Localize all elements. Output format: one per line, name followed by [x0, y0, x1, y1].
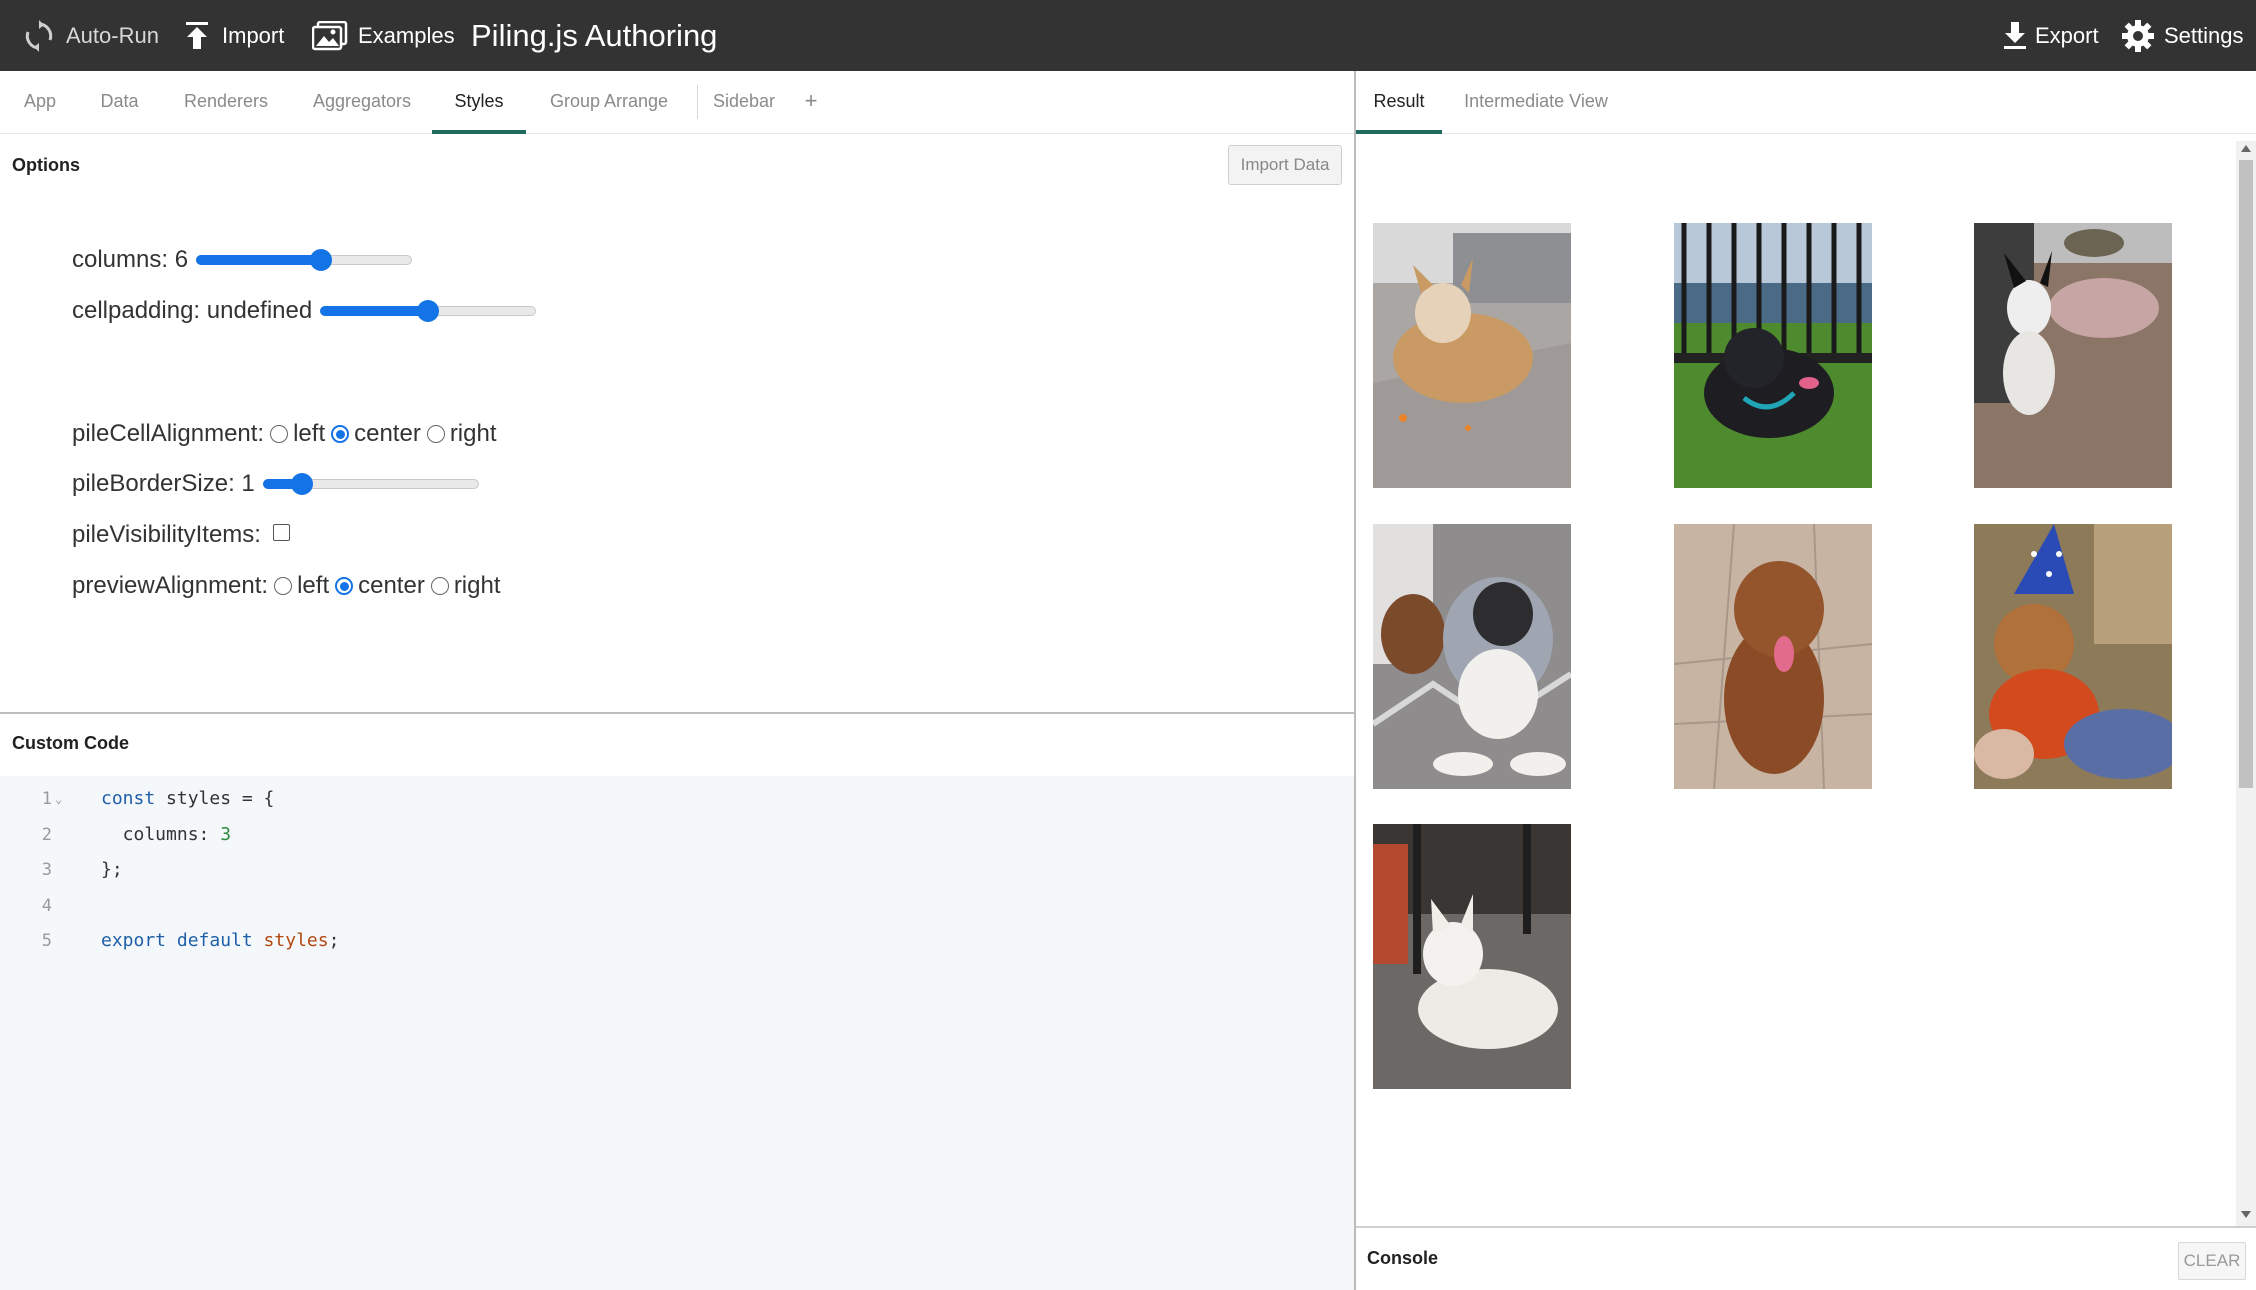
preview-panel: Result Intermediate View Console CLEAR	[1354, 71, 2256, 1290]
code-text: };	[101, 859, 123, 880]
pile-cell-alignment-left-radio[interactable]	[270, 425, 289, 443]
import-button[interactable]: Import	[184, 0, 284, 71]
tab-aggregators[interactable]: Aggregators	[302, 71, 422, 134]
tab-divider	[697, 85, 698, 119]
scroll-down-arrow-icon[interactable]	[2241, 1211, 2251, 1218]
preview-alignment-left-radio[interactable]	[274, 577, 293, 595]
line-number: 1	[41, 789, 52, 809]
columns-slider-thumb[interactable]	[310, 249, 333, 271]
code-line: 5 export default styles;	[0, 927, 1354, 955]
pile-cell-alignment-label: pileCellAlignment:	[72, 420, 265, 447]
tab-sidebar[interactable]: Sidebar	[706, 71, 782, 134]
tab-intermediate-view[interactable]: Intermediate View	[1460, 71, 1612, 134]
preview-alignment-label: previewAlignment:	[72, 572, 269, 599]
examples-label: Examples	[358, 22, 455, 48]
code-line: 4	[0, 892, 1354, 920]
preview-alignment-option: previewAlignment: left center right	[72, 568, 501, 604]
pile-cell-alignment-left-label: left	[293, 420, 326, 447]
piling-canvas[interactable]	[1356, 134, 2256, 1226]
dog-photo-6[interactable]	[1974, 524, 2172, 789]
pile-cell-alignment-right-label: right	[449, 420, 497, 447]
code-text: const styles = {	[101, 788, 275, 809]
scroll-up-arrow-icon[interactable]	[2241, 145, 2251, 152]
tab-styles[interactable]: Styles	[432, 71, 526, 134]
pile-visibility-items-option: pileVisibilityItems:	[72, 517, 290, 553]
images-icon	[312, 20, 348, 51]
pile-cell-alignment-center-label: center	[354, 420, 421, 447]
tab-group-arrange[interactable]: Group Arrange	[541, 71, 677, 134]
preview-alignment-left-label: left	[297, 572, 330, 599]
preview-alignment-right-radio[interactable]	[430, 577, 449, 595]
cellpadding-slider-thumb[interactable]	[417, 300, 440, 322]
config-tabs: App Data Renderers Aggregators Styles Gr…	[0, 71, 1354, 134]
code-editor[interactable]: 1 ⌄ const styles = { 2 columns: 3 3 }; 4…	[0, 776, 1354, 1290]
console-panel: Console CLEAR	[1356, 1226, 2256, 1290]
options-title: Options	[12, 155, 80, 175]
tab-app[interactable]: App	[14, 71, 66, 134]
line-number: 5	[41, 931, 52, 951]
preview-tabs: Result Intermediate View	[1356, 71, 2256, 134]
cellpadding-slider-fill	[320, 306, 429, 316]
settings-label: Settings	[2164, 22, 2244, 48]
pile-visibility-items-label: pileVisibilityItems:	[72, 521, 261, 548]
auto-run-label: Auto-Run	[66, 22, 159, 48]
pile-cell-alignment-center-radio[interactable]	[331, 425, 350, 443]
editor-panel: App Data Renderers Aggregators Styles Gr…	[0, 71, 1354, 1290]
tab-renderers[interactable]: Renderers	[171, 71, 281, 134]
export-button[interactable]: Export	[2003, 0, 2099, 71]
line-number: 4	[41, 896, 52, 916]
import-data-button[interactable]: Import Data	[1228, 145, 1342, 185]
columns-label: columns: 6	[72, 246, 189, 273]
preview-alignment-center-label: center	[358, 572, 425, 599]
columns-option: columns: 6	[72, 242, 413, 278]
line-number: 2	[41, 825, 52, 845]
cellpadding-slider[interactable]	[320, 293, 537, 329]
fold-chevron-icon[interactable]: ⌄	[55, 785, 62, 813]
code-line: 3 };	[0, 856, 1354, 884]
dog-photo-3[interactable]	[1974, 223, 2172, 488]
dog-photo-7[interactable]	[1373, 824, 1571, 1089]
top-bar: Auto-Run Import Examples Piling.js Autho…	[0, 0, 2256, 71]
dog-photo-5[interactable]	[1674, 524, 1872, 789]
console-title: Console	[1367, 1248, 1439, 1268]
add-tab-button[interactable]: +	[798, 71, 824, 134]
gear-icon	[2122, 19, 2154, 52]
refresh-icon	[24, 19, 54, 52]
preview-alignment-center-radio[interactable]	[335, 577, 354, 595]
export-label: Export	[2035, 22, 2099, 48]
custom-code-title: Custom Code	[12, 733, 129, 753]
pile-border-size-slider-thumb[interactable]	[290, 473, 313, 495]
columns-slider-fill	[196, 255, 322, 265]
tab-result[interactable]: Result	[1356, 71, 1442, 134]
cellpadding-label: cellpadding: undefined	[72, 297, 313, 324]
dog-photo-1[interactable]	[1373, 223, 1571, 488]
cellpadding-option: cellpadding: undefined	[72, 293, 537, 329]
dog-photo-4[interactable]	[1373, 524, 1571, 789]
code-text: columns: 3	[101, 824, 232, 845]
pile-cell-alignment-option: pileCellAlignment: left center right	[72, 416, 497, 452]
columns-slider[interactable]	[196, 242, 413, 278]
download-icon	[2003, 21, 2027, 50]
upload-icon	[184, 21, 210, 50]
pile-visibility-items-checkbox[interactable]	[272, 523, 290, 541]
examples-button[interactable]: Examples	[312, 0, 455, 71]
scrollbar-thumb[interactable]	[2239, 160, 2253, 788]
pile-border-size-slider[interactable]	[262, 466, 479, 502]
import-label: Import	[222, 22, 285, 48]
code-line: 1 ⌄ const styles = {	[0, 785, 1354, 813]
code-line: 2 columns: 3	[0, 821, 1354, 849]
tab-data[interactable]: Data	[90, 71, 149, 134]
line-number: 3	[41, 860, 52, 880]
pile-border-size-label: pileBorderSize: 1	[72, 470, 255, 497]
pile-cell-alignment-right-radio[interactable]	[426, 425, 445, 443]
clear-console-button[interactable]: CLEAR	[2178, 1242, 2246, 1280]
panel-divider[interactable]	[0, 712, 1354, 714]
pile-border-size-option: pileBorderSize: 1	[72, 466, 479, 502]
preview-alignment-right-label: right	[453, 572, 501, 599]
settings-button[interactable]: Settings	[2122, 0, 2244, 71]
app-title: Piling.js Authoring	[471, 18, 718, 53]
auto-run-button[interactable]: Auto-Run	[24, 0, 159, 71]
code-text: export default styles;	[101, 930, 340, 951]
dog-photo-2[interactable]	[1674, 223, 1872, 488]
